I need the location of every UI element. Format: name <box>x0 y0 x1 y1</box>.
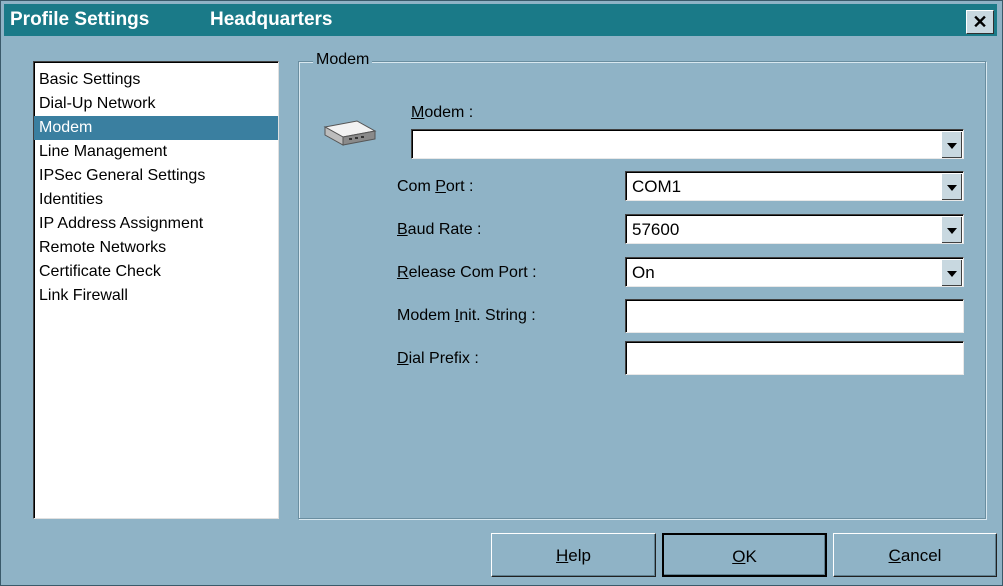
com-port-select[interactable]: COM1 <box>625 171 964 201</box>
settings-category-list[interactable]: Basic Settings Dial-Up Network Modem Lin… <box>33 61 279 519</box>
nav-item-certificate-check[interactable]: Certificate Check <box>34 260 278 284</box>
nav-item-basic-settings[interactable]: Basic Settings <box>34 68 278 92</box>
modem-init-string-input[interactable] <box>625 299 964 333</box>
com-port-dropdown-arrow-icon[interactable] <box>941 173 962 200</box>
nav-item-modem[interactable]: Modem <box>34 116 278 140</box>
dial-prefix-input[interactable] <box>625 341 964 375</box>
nav-item-remote-networks[interactable]: Remote Networks <box>34 236 278 260</box>
help-button[interactable]: Help <box>491 533 656 577</box>
nav-item-ip-address-assignment[interactable]: IP Address Assignment <box>34 212 278 236</box>
ok-button[interactable]: OK <box>662 533 827 577</box>
close-icon: ✕ <box>972 12 988 32</box>
release-com-port-value: On <box>632 263 655 282</box>
nav-item-identities[interactable]: Identities <box>34 188 278 212</box>
modem-label: Modem : <box>411 104 474 121</box>
profile-name: Headquarters <box>210 9 333 30</box>
cancel-button[interactable]: Cancel <box>833 533 997 577</box>
com-port-label: Com Port : <box>397 178 474 195</box>
window-title: Profile Settings <box>10 9 150 30</box>
baud-rate-value: 57600 <box>632 220 680 239</box>
nav-item-ipsec-general-settings[interactable]: IPSec General Settings <box>34 164 278 188</box>
release-com-port-dropdown-arrow-icon[interactable] <box>941 259 962 286</box>
profile-settings-window: Profile Settings Headquarters ✕ Basic Se… <box>0 0 1003 586</box>
com-port-value: COM1 <box>632 177 682 196</box>
baud-rate-dropdown-arrow-icon[interactable] <box>941 216 962 243</box>
close-button[interactable]: ✕ <box>966 10 994 34</box>
modem-select[interactable] <box>411 129 964 159</box>
baud-rate-label: Baud Rate : <box>397 221 482 238</box>
modem-init-string-label: Modem Init. String : <box>397 307 536 324</box>
nav-item-dial-up-network[interactable]: Dial-Up Network <box>34 92 278 116</box>
nav-item-line-management[interactable]: Line Management <box>34 140 278 164</box>
release-com-port-select[interactable]: On <box>625 257 964 287</box>
title-bar[interactable]: Profile Settings Headquarters ✕ <box>4 4 997 36</box>
nav-item-link-firewall[interactable]: Link Firewall <box>34 284 278 308</box>
baud-rate-select[interactable]: 57600 <box>625 214 964 244</box>
release-com-port-label: Release Com Port : <box>397 264 537 281</box>
modem-group-title: Modem <box>313 51 373 69</box>
modem-icon <box>323 120 377 146</box>
dial-prefix-label: Dial Prefix : <box>397 350 479 367</box>
modem-dropdown-arrow-icon[interactable] <box>941 131 962 158</box>
